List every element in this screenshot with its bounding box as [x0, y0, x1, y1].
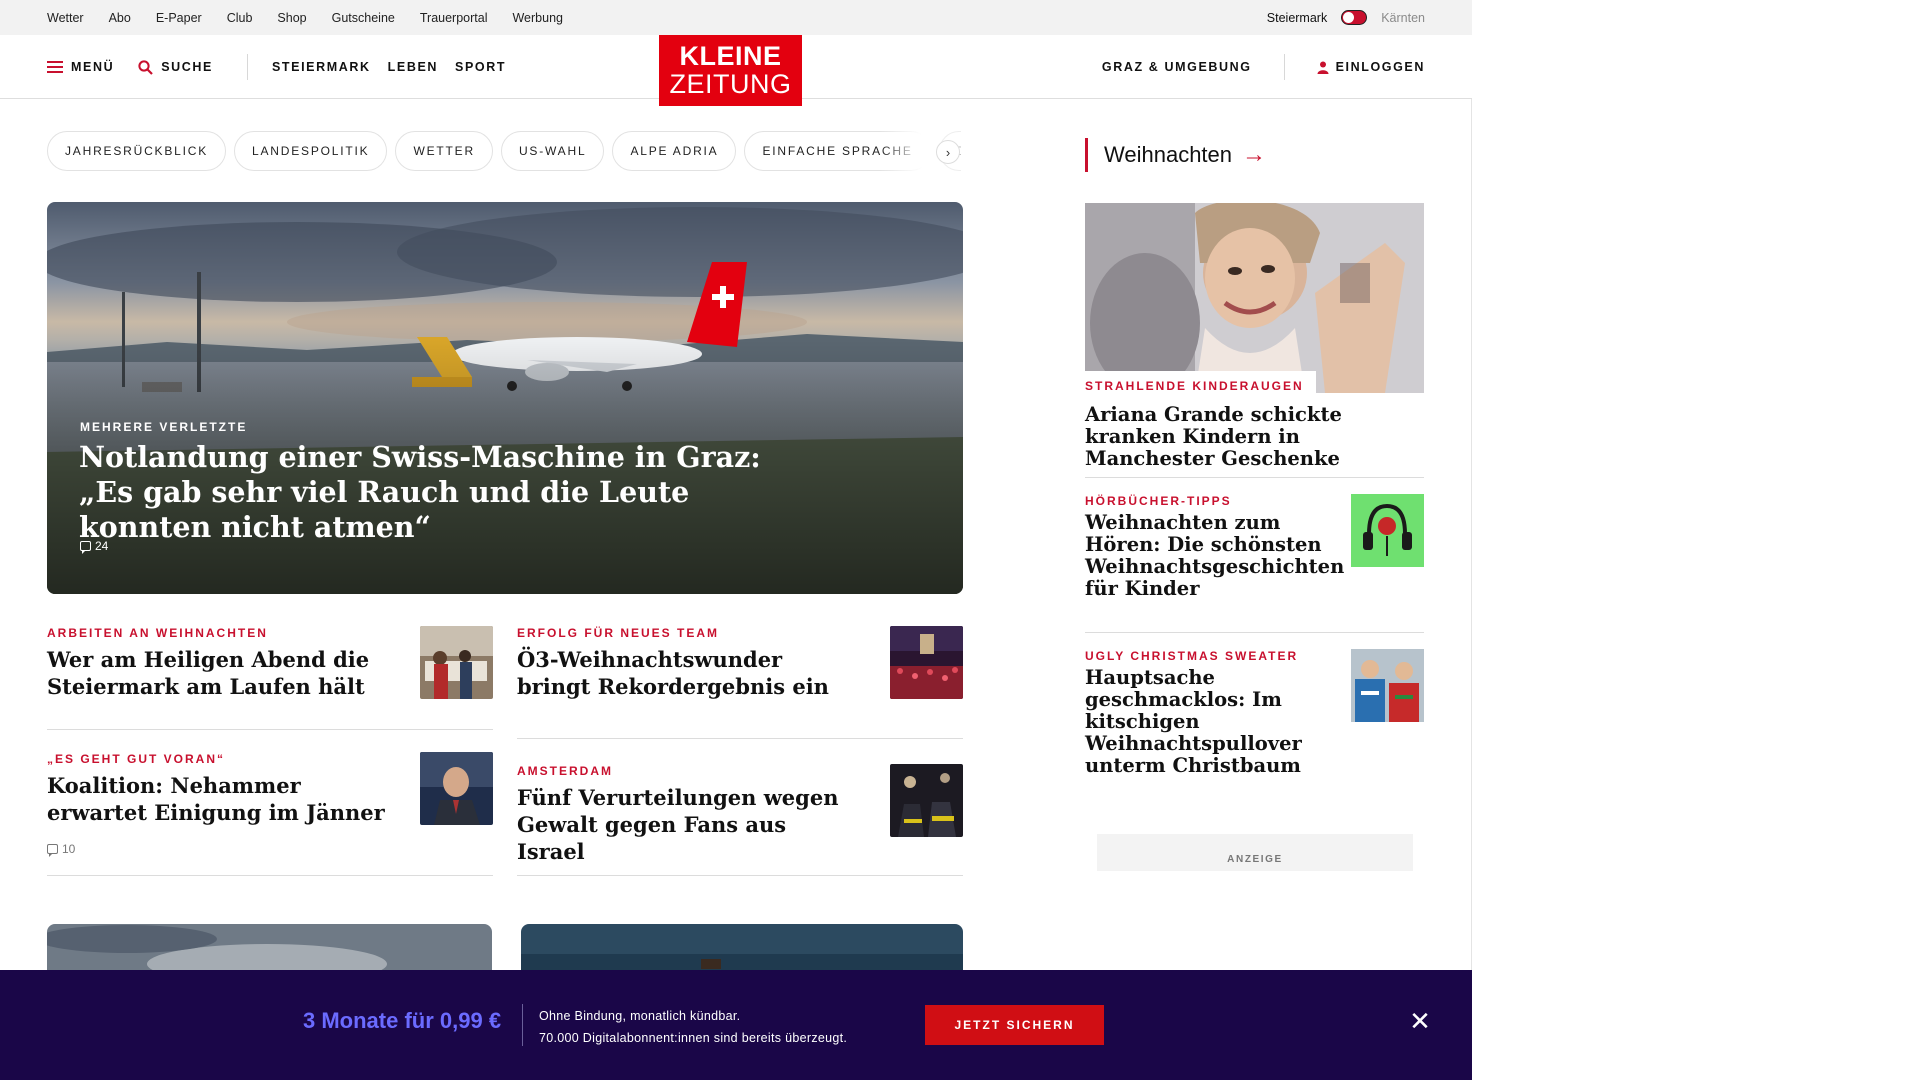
subscription-promo-bar: 3 Monate für 0,99 € Ohne Bindung, monatl…: [0, 970, 1472, 1080]
sidebar-article-1[interactable]: HÖRBÜCHER-TIPPS Weihnachten zum Hören: D…: [1085, 494, 1424, 614]
article-3-thumbnail: [420, 752, 493, 825]
nav-sport[interactable]: SPORT: [455, 60, 506, 74]
menu-button[interactable]: MENÜ: [47, 60, 114, 74]
login-label: EINLOGGEN: [1335, 60, 1425, 74]
sidebar-article-1-title[interactable]: Weihnachten zum Hören: Die schönsten Wei…: [1085, 512, 1344, 600]
chevron-right-icon[interactable]: ›: [936, 140, 960, 164]
article-4-kicker: AMSTERDAM: [517, 764, 613, 778]
nav-leben[interactable]: LEBEN: [388, 60, 438, 74]
page-background: [1472, 0, 1920, 1080]
sidebar-article-2-kicker: UGLY CHRISTMAS SWEATER: [1085, 649, 1299, 663]
article-3-title[interactable]: Koalition: Nehammer erwartet Einigung im…: [47, 772, 387, 826]
region-toggle[interactable]: [1341, 10, 1368, 25]
promo-price: 3 Monate für 0,99 €: [303, 1008, 502, 1033]
article-3-kicker: „ES GEHT GUT VORAN“: [47, 752, 226, 766]
arrow-right-icon: →: [1242, 141, 1267, 168]
article-card-1[interactable]: ARBEITEN AN WEIHNACHTEN Wer am Heiligen …: [47, 626, 493, 730]
topic-jahresrueckblick[interactable]: JAHRESRÜCKBLICK: [47, 131, 227, 171]
sidebar-article-2-thumbnail: [1351, 649, 1424, 722]
sidebar-hero-article[interactable]: STRAHLENDE KINDERAUGEN: [1085, 203, 1424, 393]
topic-landespolitik[interactable]: LANDESPOLITIK: [234, 131, 388, 171]
user-icon: [1317, 61, 1329, 74]
utility-link-trauerportal[interactable]: Trauerportal: [420, 11, 488, 25]
utility-links: Wetter Abo E-Paper Club Shop Gutscheine …: [47, 0, 563, 35]
sidebar-divider: [1085, 477, 1424, 478]
promo-divider: [522, 1004, 523, 1046]
article-card-2[interactable]: ERFOLG FÜR NEUES TEAM Ö3-Weihnachtswunde…: [517, 626, 963, 739]
header-right: GRAZ & UMGEBUNG EINLOGGEN: [1102, 35, 1425, 99]
hero-title[interactable]: Notlandung einer Swiss-Maschine in Graz:…: [79, 440, 819, 545]
sidebar-article-2-title[interactable]: Hauptsache geschmacklos: Im kitschigen W…: [1085, 667, 1341, 777]
article-1-kicker: ARBEITEN AN WEIHNACHTEN: [47, 626, 268, 640]
region-link[interactable]: GRAZ & UMGEBUNG: [1102, 60, 1252, 74]
logo-line-1: KLEINE: [679, 40, 782, 71]
article-4-thumbnail: [890, 764, 963, 837]
header-left: MENÜ SUCHE STEIERMARK LEBEN SPORT: [47, 35, 506, 99]
promo-line-1: Ohne Bindung, monatlich kündbar.: [539, 1009, 741, 1023]
hero-comment-count: 24: [95, 539, 109, 553]
pills-fade: [880, 131, 940, 171]
sidebar-hero-kicker: STRAHLENDE KINDERAUGEN: [1085, 371, 1316, 393]
sidebar-hero-title[interactable]: Ariana Grande schickte kranken Kindern i…: [1085, 404, 1424, 470]
utility-bar: Wetter Abo E-Paper Club Shop Gutscheine …: [0, 0, 1472, 35]
comment-icon: [80, 541, 91, 554]
ad-placeholder: ANZEIGE: [1097, 834, 1413, 871]
utility-link-werbung[interactable]: Werbung: [512, 11, 563, 25]
page: Wetter Abo E-Paper Club Shop Gutscheine …: [0, 0, 1472, 1080]
sidebar-article-2[interactable]: UGLY CHRISTMAS SWEATER Hauptsache geschm…: [1085, 649, 1424, 779]
sidebar-divider: [1085, 632, 1424, 633]
article-2-kicker: ERFOLG FÜR NEUES TEAM: [517, 626, 720, 640]
hamburger-icon: [47, 61, 63, 73]
search-label: SUCHE: [161, 60, 213, 74]
utility-link-epaper[interactable]: E-Paper: [156, 11, 202, 25]
site-logo[interactable]: KLEINE ZEITUNG: [659, 35, 802, 106]
sidebar-heading-label: Weihnachten: [1104, 142, 1233, 167]
topic-wetter[interactable]: WETTER: [395, 131, 493, 171]
article-card-4[interactable]: AMSTERDAM Fünf Verurteilungen wegen Gewa…: [517, 764, 963, 876]
nav-steiermark[interactable]: STEIERMARK: [272, 60, 371, 74]
utility-link-club[interactable]: Club: [227, 11, 253, 25]
article-4-title[interactable]: Fünf Verurteilungen wegen Gewalt gegen F…: [517, 784, 857, 865]
hero-article[interactable]: MEHRERE VERLETZTE Notlandung einer Swiss…: [47, 202, 963, 594]
article-2-thumbnail: [890, 626, 963, 699]
menu-label: MENÜ: [71, 60, 115, 74]
article-1-title[interactable]: Wer am Heiligen Abend die Steiermark am …: [47, 646, 387, 700]
hero-comments[interactable]: 24: [80, 539, 109, 554]
search-button[interactable]: SUCHE: [138, 59, 213, 75]
main-header: MENÜ SUCHE STEIERMARK LEBEN SPORT KLEINE…: [0, 35, 1472, 106]
region-switch: Steiermark Kärnten: [1267, 0, 1425, 35]
sidebar-article-1-kicker: HÖRBÜCHER-TIPPS: [1085, 494, 1232, 508]
sidebar-heading[interactable]: Weihnachten →: [1085, 138, 1266, 172]
utility-link-gutscheine[interactable]: Gutscheine: [332, 11, 395, 25]
article-3-comment-count: 10: [62, 842, 76, 856]
header-right-divider: [1283, 54, 1285, 80]
topic-us-wahl[interactable]: US-WAHL: [500, 131, 605, 171]
ad-label: ANZEIGE: [1227, 854, 1283, 865]
promo-line-2: 70.000 Digitalabonnent:innen sind bereit…: [539, 1031, 848, 1045]
topic-alpe-adria[interactable]: ALPE ADRIA: [612, 131, 737, 171]
close-icon[interactable]: ✕: [1408, 1008, 1432, 1034]
article-1-thumbnail: [420, 626, 493, 699]
main-nav: STEIERMARK LEBEN SPORT: [272, 60, 506, 74]
region-steiermark[interactable]: Steiermark: [1267, 11, 1327, 25]
region-kaernten[interactable]: Kärnten: [1381, 11, 1425, 25]
search-icon: [138, 59, 153, 75]
utility-link-shop[interactable]: Shop: [277, 11, 306, 25]
utility-link-abo[interactable]: Abo: [109, 11, 131, 25]
promo-cta-button[interactable]: JETZT SICHERN: [925, 1005, 1104, 1045]
sidebar-hero-image: [1085, 203, 1424, 393]
article-card-3[interactable]: „ES GEHT GUT VORAN“ Koalition: Nehammer …: [47, 752, 493, 876]
logo-line-2: ZEITUNG: [669, 68, 792, 99]
hero-kicker: MEHRERE VERLETZTE: [80, 420, 248, 434]
article-2-title[interactable]: Ö3-Weihnachtswunder bringt Rekordergebni…: [517, 646, 857, 700]
comment-icon: [47, 844, 58, 857]
utility-link-wetter[interactable]: Wetter: [47, 11, 84, 25]
sidebar-article-1-thumbnail: [1351, 494, 1424, 567]
header-divider: [246, 54, 248, 80]
article-3-comments[interactable]: 10: [47, 842, 76, 857]
topic-pills: JAHRESRÜCKBLICK LANDESPOLITIK WETTER US-…: [47, 131, 961, 171]
promo-text: Ohne Bindung, monatlich kündbar. 70.000 …: [539, 1005, 847, 1049]
login-button[interactable]: EINLOGGEN: [1317, 60, 1425, 74]
